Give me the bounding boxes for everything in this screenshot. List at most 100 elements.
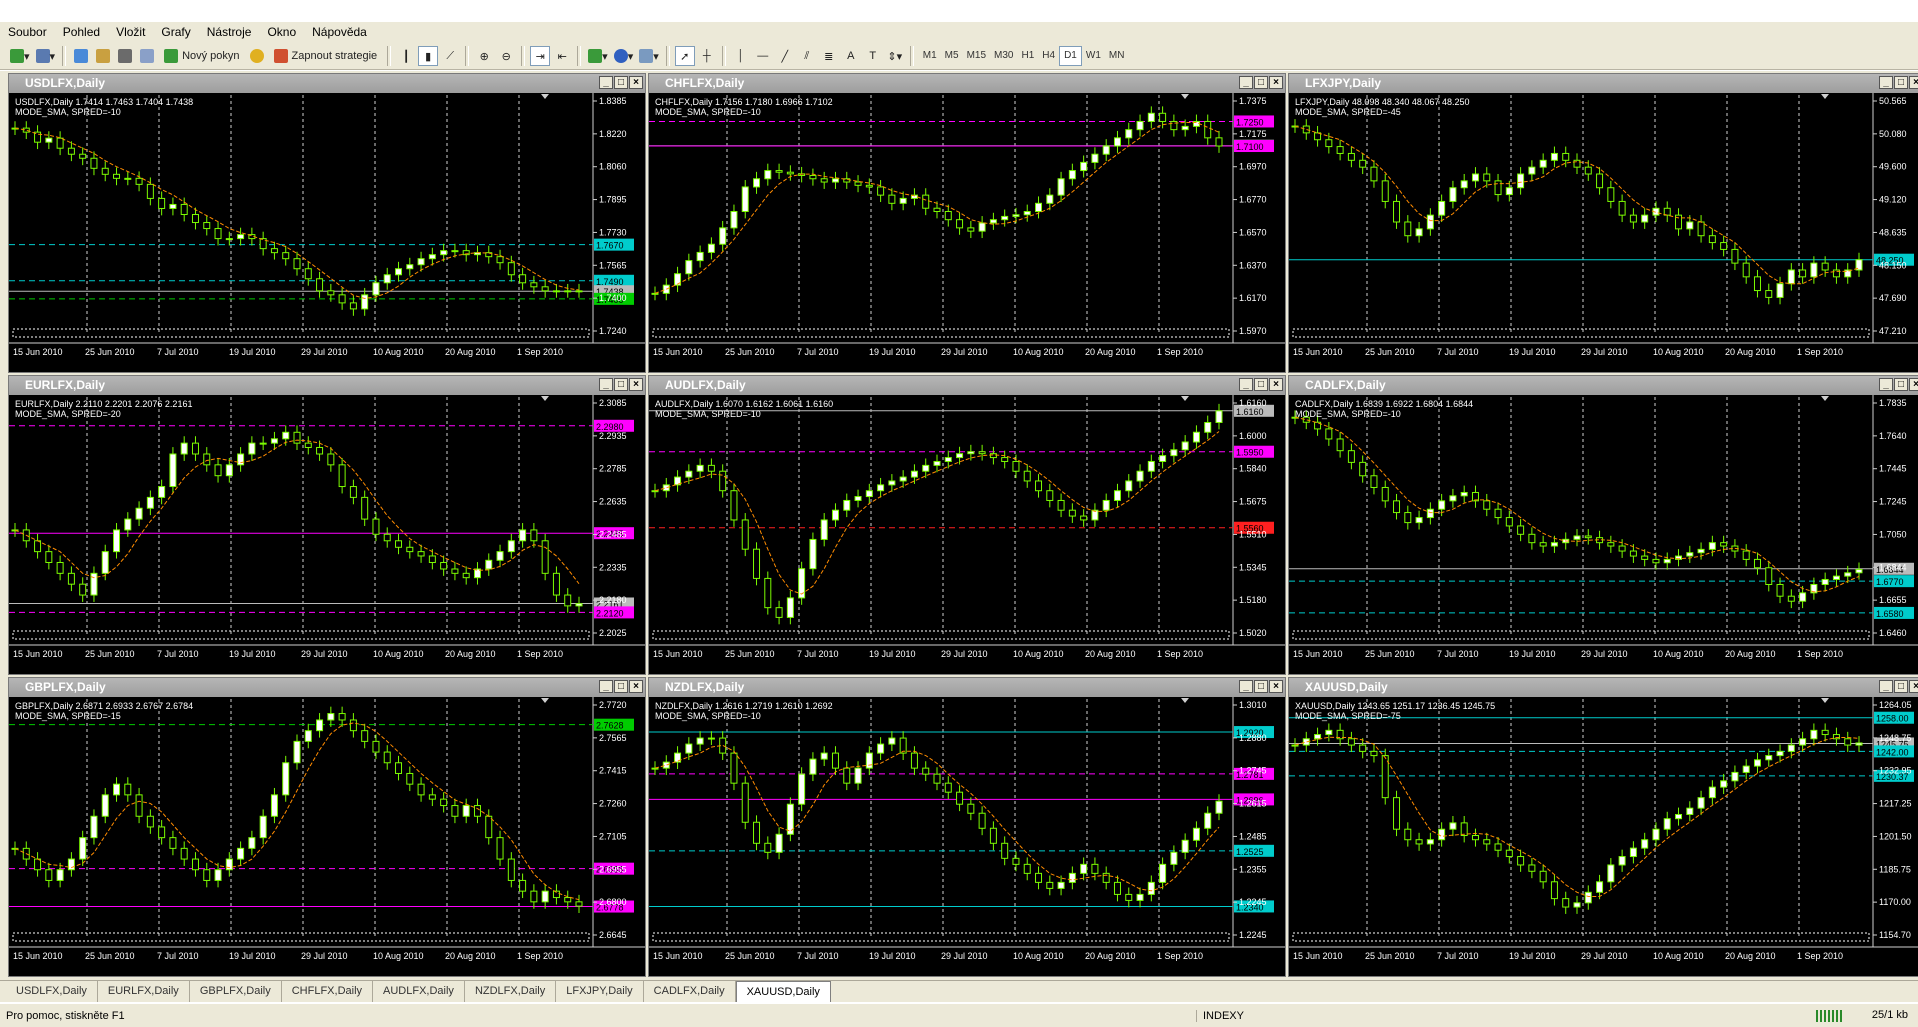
price-chart[interactable]: 1.76701.74901.74381.74001.83851.82201.80… bbox=[9, 93, 645, 372]
templates-icon[interactable]: ▾ bbox=[637, 46, 661, 66]
profiles-button[interactable]: ▾ bbox=[34, 46, 58, 66]
menu-item-4[interactable]: Grafy bbox=[153, 22, 198, 43]
chart-window-titlebar[interactable]: GBPLFX,Daily _ □ × bbox=[9, 678, 645, 697]
minimize-icon[interactable]: _ bbox=[1879, 76, 1893, 89]
price-chart[interactable]: 1258.001245.751242.001230.371264.051248.… bbox=[1289, 697, 1918, 976]
close-icon[interactable]: × bbox=[1909, 76, 1918, 89]
timeframe-mn-button[interactable]: MN bbox=[1105, 47, 1129, 65]
chart-window[interactable]: NZDLFX,Daily _ □ × 1.2920 1.2781 1.2696 1.2525 1… bbox=[648, 677, 1286, 977]
terminal-icon[interactable] bbox=[115, 46, 135, 66]
minimize-icon[interactable]: _ bbox=[1239, 378, 1253, 391]
chart-window[interactable]: XAUUSD,Daily _ □ × 1258.00 1245.75 1242.00 1230… bbox=[1288, 677, 1918, 977]
new-order-button[interactable]: Nový pokyn bbox=[159, 46, 244, 66]
chart-shift-marker-icon[interactable] bbox=[1821, 94, 1829, 99]
chart-tab[interactable]: AUDLFX,Daily bbox=[373, 981, 465, 1002]
chart-tab[interactable]: EURLFX,Daily bbox=[98, 981, 190, 1002]
chart-shift-marker-icon[interactable] bbox=[1181, 396, 1189, 401]
chart-window-titlebar[interactable]: XAUUSD,Daily _ □ × bbox=[1289, 678, 1918, 697]
chart-window-titlebar[interactable]: LFXJPY,Daily _ □ × bbox=[1289, 74, 1918, 93]
trendline-icon[interactable]: ╱ bbox=[775, 46, 795, 66]
chart-shift-marker-icon[interactable] bbox=[541, 396, 549, 401]
close-icon[interactable]: × bbox=[1269, 680, 1283, 693]
timeframe-h4-button[interactable]: H4 bbox=[1038, 47, 1059, 65]
minimize-icon[interactable]: _ bbox=[1879, 680, 1893, 693]
minimize-icon[interactable]: _ bbox=[1879, 378, 1893, 391]
chart-tab[interactable]: CHFLFX,Daily bbox=[282, 981, 374, 1002]
chart-tab[interactable]: USDLFX,Daily bbox=[6, 981, 98, 1002]
menu-item-1[interactable]: Soubor bbox=[0, 22, 55, 43]
bar-chart-icon[interactable]: ┃ bbox=[396, 46, 416, 66]
new-chart-button[interactable]: ▾ bbox=[8, 46, 32, 66]
minimize-icon[interactable]: _ bbox=[1239, 680, 1253, 693]
menu-item-6[interactable]: Okno bbox=[259, 22, 304, 43]
maximize-icon[interactable]: □ bbox=[1894, 378, 1908, 391]
cursor-icon[interactable]: ➚ bbox=[674, 46, 695, 66]
chart-shift-marker-icon[interactable] bbox=[1181, 94, 1189, 99]
chart-window-titlebar[interactable]: AUDLFX,Daily _ □ × bbox=[649, 376, 1285, 395]
chart-window[interactable]: EURLFX,Daily _ □ × 2.2980 2.2485 2.2161 2.2120 2… bbox=[8, 375, 646, 675]
minimize-icon[interactable]: _ bbox=[599, 680, 613, 693]
chart-window[interactable]: CHFLFX,Daily_□×1.72501.71021.71001.73751… bbox=[648, 73, 1286, 373]
strategies-button[interactable]: Zapnout strategie bbox=[269, 46, 383, 66]
minimize-icon[interactable]: _ bbox=[599, 76, 613, 89]
text-icon[interactable]: A bbox=[841, 46, 861, 66]
menu-item-3[interactable]: Vložit bbox=[108, 22, 153, 43]
menu-item-5[interactable]: Nástroje bbox=[199, 22, 260, 43]
chart-tab[interactable]: GBPLFX,Daily bbox=[190, 981, 282, 1002]
chart-window[interactable]: USDLFX,Daily _ □ × 1.7670 1.7490 1.7438 1.7400 1… bbox=[8, 73, 646, 373]
maximize-icon[interactable]: □ bbox=[614, 76, 628, 89]
zoom-out-icon[interactable]: ⊖ bbox=[496, 46, 516, 66]
close-icon[interactable]: × bbox=[1269, 76, 1283, 89]
maximize-icon[interactable]: □ bbox=[614, 680, 628, 693]
chart-window-titlebar[interactable]: USDLFX,Daily _ □ × bbox=[9, 74, 645, 93]
price-chart[interactable]: 1.6844 1.6770 1.6580 1.7835 1.7640 1.7445 1.72… bbox=[1289, 395, 1918, 674]
close-icon[interactable]: × bbox=[1269, 378, 1283, 391]
horizontal-line-icon[interactable]: — bbox=[753, 46, 773, 66]
crosshair-icon[interactable]: ┼ bbox=[697, 46, 717, 66]
chart-shift-icon[interactable]: ⇤ bbox=[552, 46, 572, 66]
chart-tab[interactable]: XAUUSD,Daily bbox=[735, 981, 831, 1002]
menu-item-7[interactable]: Nápověda bbox=[304, 22, 375, 43]
chart-tab[interactable]: LFXJPY,Daily bbox=[556, 981, 644, 1002]
timeframe-h1-button[interactable]: H1 bbox=[1017, 47, 1038, 65]
chart-window[interactable]: LFXJPY,Daily _ □ × 48.250 50.565 50.080 49.600 4… bbox=[1288, 73, 1918, 373]
timeframe-m15-button[interactable]: M15 bbox=[963, 47, 990, 65]
chart-window[interactable]: GBPLFX,Daily _ □ × 2.7628 2.6955 2.6778 2.7720 2… bbox=[8, 677, 646, 977]
chart-window[interactable]: CADLFX,Daily _ □ × 1.6844 1.6770 1.6580 1.7835 1… bbox=[1288, 375, 1918, 675]
candlestick-icon[interactable]: ▮ bbox=[418, 46, 439, 66]
chart-window-titlebar[interactable]: NZDLFX,Daily _ □ × bbox=[649, 678, 1285, 697]
maximize-icon[interactable]: □ bbox=[614, 378, 628, 391]
chart-shift-marker-icon[interactable] bbox=[541, 94, 549, 99]
timeframe-m30-button[interactable]: M30 bbox=[990, 47, 1017, 65]
vertical-line-icon[interactable]: │ bbox=[731, 46, 751, 66]
maximize-icon[interactable]: □ bbox=[1894, 76, 1908, 89]
metaeditor-icon[interactable] bbox=[247, 46, 267, 66]
price-chart[interactable]: 1.61601.59501.55601.61601.60001.58401.56… bbox=[649, 395, 1285, 674]
maximize-icon[interactable]: □ bbox=[1254, 680, 1268, 693]
close-icon[interactable]: × bbox=[1909, 680, 1918, 693]
navigator-icon[interactable] bbox=[93, 46, 113, 66]
chart-window-titlebar[interactable]: CADLFX,Daily _ □ × bbox=[1289, 376, 1918, 395]
chart-tab[interactable]: NZDLFX,Daily bbox=[465, 981, 557, 1002]
arrows-icon[interactable]: ⇕▾ bbox=[885, 46, 905, 66]
timeframe-m1-button[interactable]: M1 bbox=[919, 47, 941, 65]
maximize-icon[interactable]: □ bbox=[1254, 378, 1268, 391]
timeframe-w1-button[interactable]: W1 bbox=[1082, 47, 1105, 65]
minimize-icon[interactable]: _ bbox=[599, 378, 613, 391]
close-icon[interactable]: × bbox=[629, 76, 643, 89]
chart-shift-marker-icon[interactable] bbox=[541, 698, 549, 703]
menu-item-2[interactable]: Pohled bbox=[55, 22, 108, 43]
chart-window-titlebar[interactable]: EURLFX,Daily _ □ × bbox=[9, 376, 645, 395]
price-chart[interactable]: 1.72501.71021.71001.73751.71751.69701.67… bbox=[649, 93, 1285, 372]
price-chart[interactable]: 2.29802.24852.21612.21202.30852.29352.27… bbox=[9, 395, 645, 674]
text-label-icon[interactable]: T bbox=[863, 46, 883, 66]
maximize-icon[interactable]: □ bbox=[1894, 680, 1908, 693]
timeframe-d1-button[interactable]: D1 bbox=[1059, 46, 1082, 66]
chart-window[interactable]: AUDLFX,Daily _ □ × 1.6160 1.5950 1.5560 1.6160 1… bbox=[648, 375, 1286, 675]
minimize-icon[interactable]: _ bbox=[1239, 76, 1253, 89]
price-chart[interactable]: 48.25050.56550.08049.60049.12048.63548.1… bbox=[1289, 93, 1918, 372]
price-chart[interactable]: 2.76282.69552.67782.77202.75652.74152.72… bbox=[9, 697, 645, 976]
zoom-in-icon[interactable]: ⊕ bbox=[474, 46, 494, 66]
maximize-icon[interactable]: □ bbox=[1254, 76, 1268, 89]
line-chart-icon[interactable]: ⟋ bbox=[440, 46, 460, 66]
